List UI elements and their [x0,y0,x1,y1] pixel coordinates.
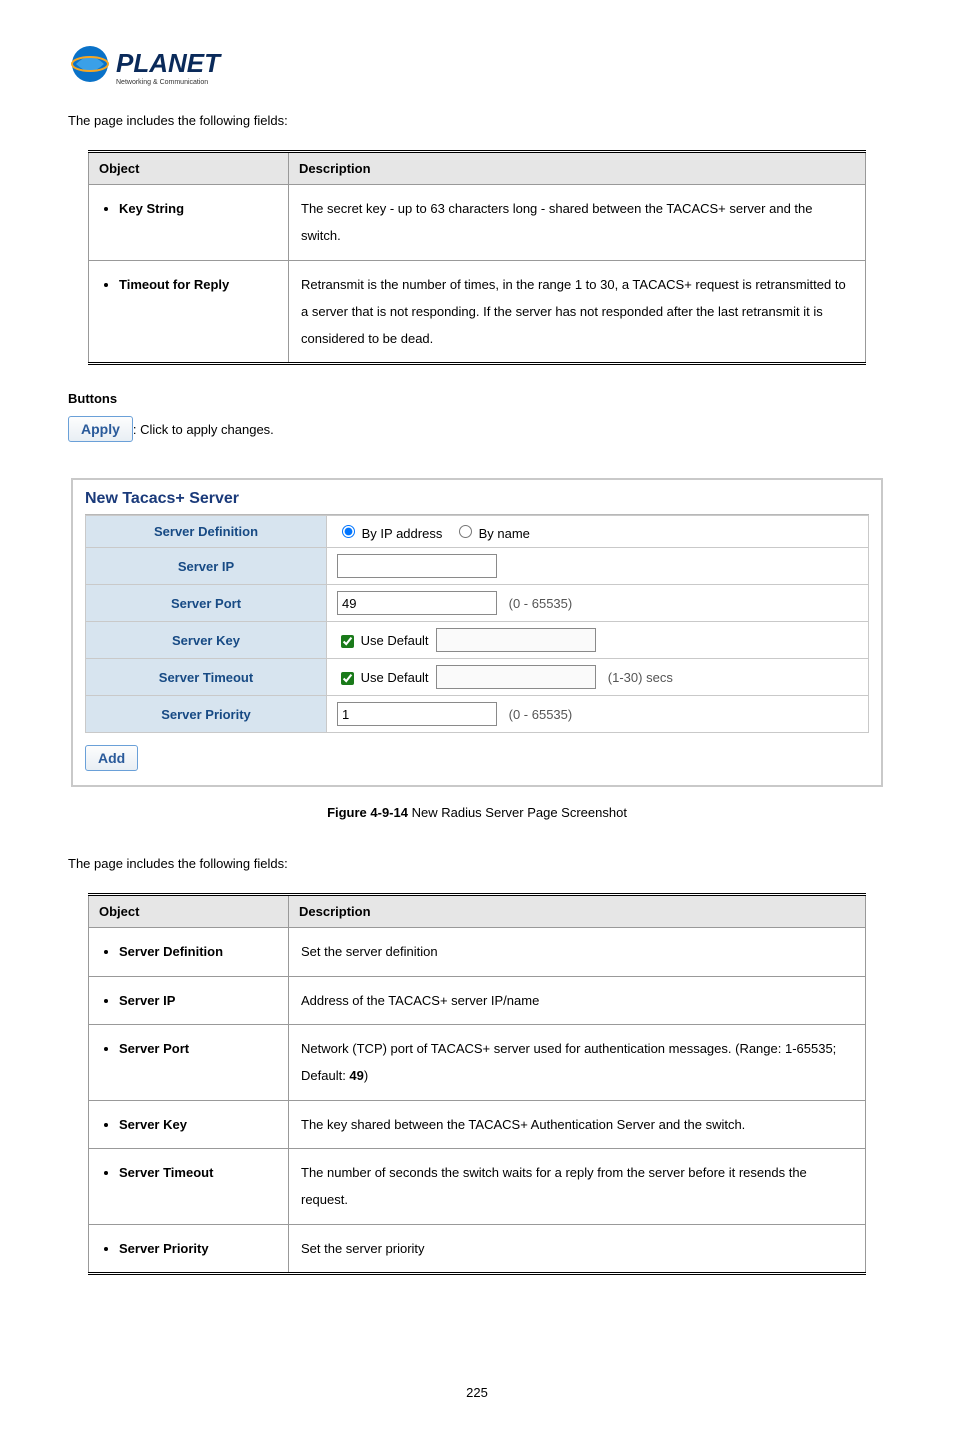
server-priority-range: (0 - 65535) [509,707,573,722]
figure-caption: Figure 4-9-14 New Radius Server Page Scr… [68,805,886,820]
table-row: Timeout for Reply Retransmit is the numb… [89,260,866,364]
desc-server-timeout: The number of seconds the switch waits f… [289,1148,866,1224]
desc-server-ip: Address of the TACACS+ server IP/name [289,976,866,1024]
intro-text-2: The page includes the following fields: [68,856,886,871]
table-row: Server Timeout The number of seconds the… [89,1148,866,1224]
desc-key-string: The secret key - up to 63 characters lon… [289,185,866,261]
server-timeout-input[interactable] [436,665,596,689]
server-key-input[interactable] [436,628,596,652]
table-row: Server IP Address of the TACACS+ server … [89,976,866,1024]
fields-table-2: Object Description Server Definition Set… [88,893,866,1274]
server-port-input[interactable] [337,591,497,615]
fields-table-1: Object Description Key String The secret… [88,150,866,365]
server-port-range: (0 - 65535) [509,596,573,611]
server-key-use-default[interactable]: Use Default [337,633,429,648]
page-number: 225 [68,1385,886,1400]
server-timeout-use-default[interactable]: Use Default [337,670,429,685]
buttons-heading: Buttons [68,391,886,406]
obj-server-definition: Server Definition [119,938,276,965]
obj-server-priority: Server Priority [119,1235,276,1262]
intro-text-1: The page includes the following fields: [68,113,886,128]
radio-by-ip[interactable]: By IP address [337,526,442,541]
th-object: Object [89,895,289,928]
desc-server-key: The key shared between the TACACS+ Authe… [289,1100,866,1148]
table-row: Server Priority Set the server priority [89,1224,866,1273]
server-priority-input[interactable] [337,702,497,726]
desc-server-priority: Set the server priority [289,1224,866,1273]
label-server-definition: Server Definition [86,516,327,548]
desc-timeout-reply: Retransmit is the number of times, in th… [289,260,866,364]
table-row: Server Port Network (TCP) port of TACACS… [89,1025,866,1101]
obj-key-string: Key String [119,195,276,222]
table-row: Server Key The key shared between the TA… [89,1100,866,1148]
obj-server-ip: Server IP [119,987,276,1014]
apply-button[interactable]: Apply [68,416,133,442]
new-tacacs-server-panel: New Tacacs+ Server Server Definition By … [71,478,883,787]
desc-server-port: Network (TCP) port of TACACS+ server use… [289,1025,866,1101]
add-button[interactable]: Add [85,745,138,771]
label-server-port: Server Port [86,585,327,622]
svg-text:PLANET: PLANET [116,48,222,78]
svg-text:Networking & Communication: Networking & Communication [116,79,208,86]
obj-server-key: Server Key [119,1111,276,1138]
label-server-ip: Server IP [86,548,327,585]
th-description: Description [289,895,866,928]
panel-title: New Tacacs+ Server [85,488,869,515]
server-ip-input[interactable] [337,554,497,578]
table-row: Key String The secret key - up to 63 cha… [89,185,866,261]
obj-server-timeout: Server Timeout [119,1159,276,1186]
obj-timeout-reply: Timeout for Reply [119,271,276,298]
label-server-key: Server Key [86,622,327,659]
desc-server-definition: Set the server definition [289,928,866,976]
label-server-priority: Server Priority [86,696,327,733]
logo: PLANET Networking & Communication [68,40,886,95]
table-row: Server Definition Set the server definit… [89,928,866,976]
radio-by-name[interactable]: By name [454,526,530,541]
server-timeout-range: (1-30) secs [608,670,673,685]
th-object: Object [89,152,289,185]
apply-caption: : Click to apply changes. [133,422,274,437]
th-description: Description [289,152,866,185]
label-server-timeout: Server Timeout [86,659,327,696]
obj-server-port: Server Port [119,1035,276,1062]
